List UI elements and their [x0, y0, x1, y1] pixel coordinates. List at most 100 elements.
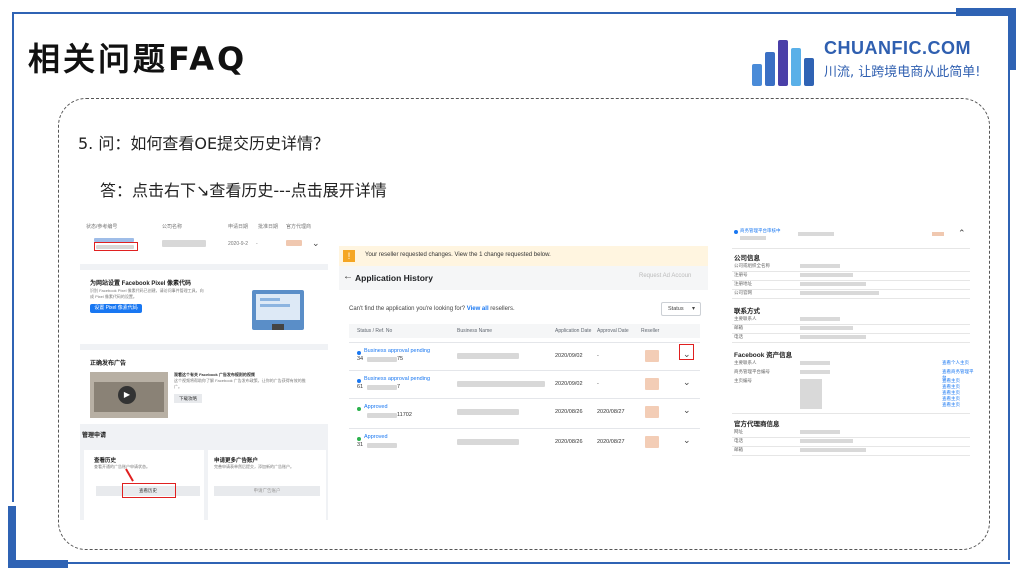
- red-arrow-icon: [125, 468, 134, 482]
- field-value-blurred: [800, 317, 840, 321]
- expand-chevron-icon[interactable]: ⌄: [683, 435, 691, 446]
- app-date: 2020/09/02: [555, 381, 583, 387]
- expand-chevron-icon[interactable]: ⌄: [683, 405, 691, 416]
- pixel-desc-2: 成 Pixel 像素代码的设置。: [90, 294, 137, 299]
- frame-left-line: [12, 12, 14, 502]
- more-accounts-card: 申请更多广告账户 完善申请表单然后提交，添加新的广告账户。 申请广告账户: [208, 450, 326, 520]
- ref-blurred: [367, 357, 397, 362]
- col-company: 公司名称: [162, 224, 183, 230]
- field-label: 公司或组织全名称: [734, 263, 770, 268]
- table-row[interactable]: Approved 31 2020/08/26 2020/08/27 ⌄: [349, 428, 700, 456]
- play-icon[interactable]: ▶: [118, 386, 136, 404]
- app-date: 2020/08/26: [555, 409, 583, 415]
- table-header-row: Status / Ref. No Business Name Applicati…: [349, 324, 700, 338]
- warning-icon: !: [343, 250, 355, 262]
- view-link[interactable]: 查看个人主页: [942, 360, 969, 366]
- history-header: ← Application History Request Ad Accoun: [339, 266, 708, 290]
- field-label: 电话: [734, 438, 743, 443]
- ref-blurred: [367, 385, 397, 390]
- logo-bars-icon: [752, 34, 814, 86]
- ref-end: 75: [397, 356, 404, 362]
- frame-top-line: [12, 12, 976, 14]
- business-blurred: [457, 409, 519, 415]
- table-header-row: 状态/参考编号 公司名称 申请日期 批准日期 官方代理商: [86, 223, 326, 231]
- app-date: 2020/09/02: [555, 353, 583, 359]
- monitor-illustration: [252, 290, 304, 330]
- field-value-blurred: [800, 291, 879, 295]
- ads-guide-card: 正确发布广告 ▶ 观看这个有关 Facebook 广告发布规则的视频 这个视频将…: [80, 350, 328, 424]
- field-value-blurred: [800, 370, 830, 374]
- ref-start: 34: [357, 356, 364, 362]
- status-dot: [357, 437, 361, 441]
- apply-account-button[interactable]: 申请广告账户: [214, 486, 320, 496]
- find-text-line: Can't find the application you're lookin…: [349, 306, 515, 312]
- field-label: 电话: [734, 334, 743, 339]
- table-row[interactable]: Business approval pending 34 75 2020/09/02 -…: [349, 342, 700, 370]
- field-value-blurred: [800, 273, 853, 277]
- status-dropdown[interactable]: Status ▾: [661, 302, 701, 316]
- frame-right-line: [1008, 70, 1010, 560]
- expand-chevron-icon[interactable]: ⌄: [683, 377, 691, 388]
- field-label: 注册地址: [734, 281, 752, 286]
- back-arrow-icon[interactable]: ←: [343, 271, 353, 282]
- resellers-text: resellers.: [490, 306, 515, 312]
- row-expand-chevron-icon[interactable]: ⌄: [312, 238, 320, 249]
- field-label: 商务管理平台编号: [734, 369, 770, 374]
- table-row[interactable]: Approved 11702 2020/08/26 2020/08/27 ⌄: [349, 398, 700, 426]
- col-business: Business Name: [457, 328, 493, 334]
- video-thumbnail: ▶: [90, 372, 168, 418]
- field-value-blurred: [800, 335, 866, 339]
- status-dropdown-label: Status: [668, 306, 684, 312]
- status-dot: [357, 407, 361, 411]
- app-date: 2020/08/26: [555, 439, 583, 445]
- more-title: 申请更多广告账户: [214, 458, 259, 464]
- col-appr-date: Approval Date: [597, 328, 629, 334]
- section-heading: 官方代理商信息: [734, 421, 780, 428]
- view-link[interactable]: 查看主页: [942, 402, 960, 408]
- reseller-blurred: [645, 350, 659, 362]
- row-apply-date: 2020-9-2: [228, 241, 249, 247]
- expand-highlight-box: [679, 344, 694, 360]
- faq-question: 5. 问：如何查看OE提交历史详情？: [78, 134, 330, 153]
- col-status: Status / Ref. No: [357, 328, 393, 334]
- screenshot-application-details: 商务管理平台审核中 ⌃ 公司信息 公司或组织全名称 注册号 注册地址 公司官网 联系方式主…: [728, 222, 974, 512]
- col-app-date: Application Date: [555, 328, 592, 334]
- collapse-chevron-icon[interactable]: ⌃: [958, 228, 966, 239]
- reseller-blurred: [645, 436, 659, 448]
- field-value-blurred: [800, 379, 822, 409]
- section-heading: 联系方式: [734, 308, 760, 315]
- frame-bottom-line: [55, 562, 1010, 564]
- field-label: 网址: [734, 429, 743, 434]
- reseller-blurred: [645, 406, 659, 418]
- ref-start: 31: [357, 442, 364, 448]
- status-text: Approved: [364, 404, 388, 410]
- ads-desc-2: 这个视频将帮助你了解 Facebook 广告发布政策，让你的广告获得有效的推: [174, 378, 306, 383]
- screenshot-application-history: ! Your reseller requested changes. View …: [339, 246, 708, 462]
- col-status: 状态/参考编号: [86, 224, 118, 230]
- field-value-blurred: [800, 448, 866, 452]
- brand-logo: CHUANFIC.COM 川流, 让跨境电商从此简单!: [752, 30, 992, 90]
- appr-date: -: [597, 353, 599, 359]
- row-agent-blurred: [286, 240, 302, 246]
- pixel-setup-card: 为网站设置 Facebook Pixel 像素代码 识别 Facebook Pi…: [80, 270, 328, 344]
- view-all-link[interactable]: View all: [467, 306, 489, 312]
- field-value-blurred: [800, 326, 853, 330]
- field-label: 主要联系人: [734, 316, 757, 321]
- manage-title: 管理申请: [82, 433, 107, 439]
- history-desc: 查看开通的广告账户申请状态。: [94, 464, 150, 469]
- status-dot: [357, 351, 361, 355]
- request-account-button[interactable]: Request Ad Accoun: [639, 273, 691, 279]
- status-text: Approved: [364, 434, 388, 440]
- download-guide-button[interactable]: 下载攻略: [174, 394, 202, 403]
- review-status-link[interactable]: 商务管理平台审核中: [740, 228, 781, 234]
- setup-pixel-button[interactable]: 设置 Pixel 像素代码: [90, 304, 142, 313]
- field-label: 邮箱: [734, 325, 743, 330]
- col-apply-date: 申请日期: [228, 224, 249, 230]
- find-text: Can't find the application you're lookin…: [349, 306, 466, 312]
- warning-banner: ! Your reseller requested changes. View …: [339, 246, 708, 266]
- field-value-blurred: [800, 282, 866, 286]
- dropdown-caret-icon: ▾: [692, 306, 696, 312]
- logo-name: CHUANFIC.COM: [824, 38, 971, 58]
- field-value-blurred: [800, 361, 830, 365]
- table-row[interactable]: Business approval pending 61 7 2020/09/02 - ⌄: [349, 370, 700, 398]
